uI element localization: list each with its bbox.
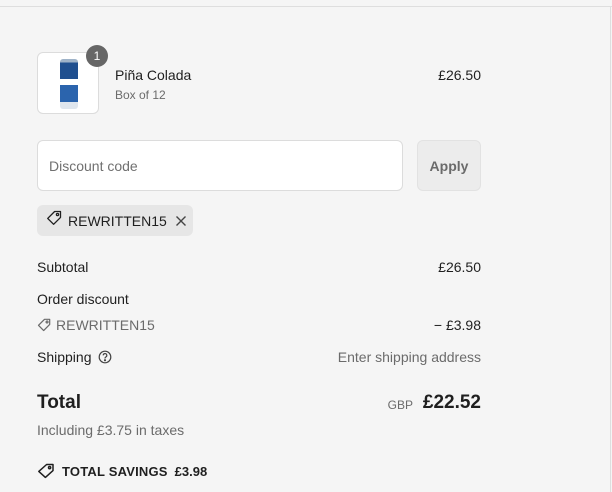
shipping-row: Shipping — [37, 349, 112, 365]
right-divider — [610, 7, 611, 492]
subtotal-label: Subtotal — [37, 259, 89, 275]
quantity-badge: 1 — [86, 45, 108, 67]
product-variant: Box of 12 — [115, 88, 166, 102]
subtotal-value: £26.50 — [438, 259, 481, 275]
savings-tag-icon — [37, 463, 55, 479]
close-icon[interactable] — [175, 215, 187, 227]
shipping-value: Enter shipping address — [337, 349, 481, 365]
apply-button[interactable]: Apply — [417, 140, 481, 191]
discount-code-text: REWRITTEN15 — [56, 317, 155, 333]
total-currency: GBP — [387, 398, 413, 412]
savings-amount: £3.98 — [174, 463, 208, 479]
applied-code-label: REWRITTEN15 — [68, 212, 167, 229]
product-can-image — [60, 59, 78, 109]
shipping-label: Shipping — [37, 349, 92, 365]
discount-code-input[interactable] — [37, 140, 403, 191]
savings-label: TOTAL SAVINGS — [62, 463, 168, 479]
order-discount-label: Order discount — [37, 291, 129, 307]
help-circle-icon[interactable] — [98, 350, 112, 364]
total-label: Total — [37, 392, 81, 413]
tag-icon — [37, 318, 51, 332]
tax-note: Including £3.75 in taxes — [37, 422, 185, 438]
product-name: Piña Colada — [115, 67, 192, 83]
top-divider — [0, 6, 612, 7]
discount-value: − £3.98 — [433, 317, 481, 333]
total-savings: TOTAL SAVINGS £3.98 — [37, 463, 207, 479]
total-amount: £22.52 — [422, 392, 481, 413]
applied-discount-chip: REWRITTEN15 — [37, 205, 193, 236]
product-price: £26.50 — [438, 67, 481, 83]
discount-code-row: REWRITTEN15 — [37, 317, 155, 333]
tag-icon — [46, 210, 62, 231]
